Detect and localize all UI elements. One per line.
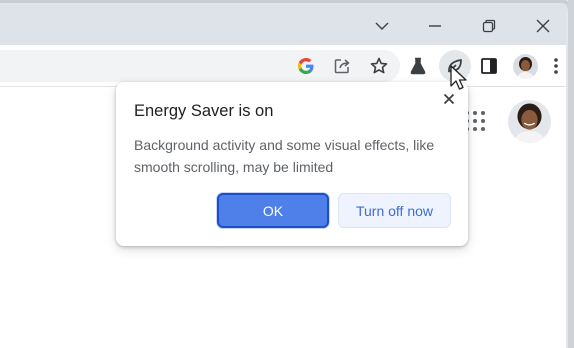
minimize-button[interactable] bbox=[421, 12, 449, 40]
share-icon bbox=[334, 59, 350, 74]
chevron-down-icon bbox=[375, 22, 389, 30]
more-menu-button[interactable] bbox=[546, 53, 566, 79]
labs-button[interactable] bbox=[405, 53, 431, 79]
labs-flask-icon bbox=[410, 57, 426, 75]
profile-photo-icon bbox=[513, 54, 538, 79]
profile-avatar[interactable] bbox=[513, 54, 538, 79]
google-lens-button[interactable] bbox=[293, 53, 319, 79]
account-avatar[interactable] bbox=[508, 100, 551, 143]
account-photo-icon bbox=[508, 100, 551, 143]
restore-button[interactable] bbox=[475, 12, 503, 40]
bookmark-star-icon bbox=[370, 57, 388, 74]
more-menu-icon bbox=[554, 58, 558, 74]
google-icon bbox=[298, 58, 314, 74]
popup-description: Background activity and some visual effe… bbox=[134, 137, 435, 175]
close-window-button[interactable] bbox=[529, 12, 557, 40]
energy-saver-popup: Energy Saver is on Background activity a… bbox=[116, 82, 468, 246]
window-edge bbox=[568, 0, 574, 348]
side-panel-icon bbox=[481, 58, 497, 74]
minimize-icon bbox=[429, 25, 441, 27]
tab-search-button[interactable] bbox=[368, 12, 396, 40]
bookmark-button[interactable] bbox=[366, 53, 392, 79]
google-apps-icon[interactable] bbox=[465, 111, 485, 131]
restore-icon bbox=[482, 19, 496, 33]
close-icon bbox=[536, 19, 550, 33]
ok-button[interactable]: OK bbox=[217, 193, 329, 228]
close-icon bbox=[443, 93, 455, 105]
mouse-pointer-icon bbox=[450, 65, 467, 90]
popup-title: Energy Saver is on bbox=[134, 102, 274, 120]
title-bar bbox=[0, 0, 566, 45]
side-panel-button[interactable] bbox=[476, 53, 502, 79]
browser-window: Energy Saver is on Background activity a… bbox=[0, 0, 574, 348]
share-button[interactable] bbox=[329, 53, 355, 79]
turn-off-now-button[interactable]: Turn off now bbox=[338, 193, 451, 228]
